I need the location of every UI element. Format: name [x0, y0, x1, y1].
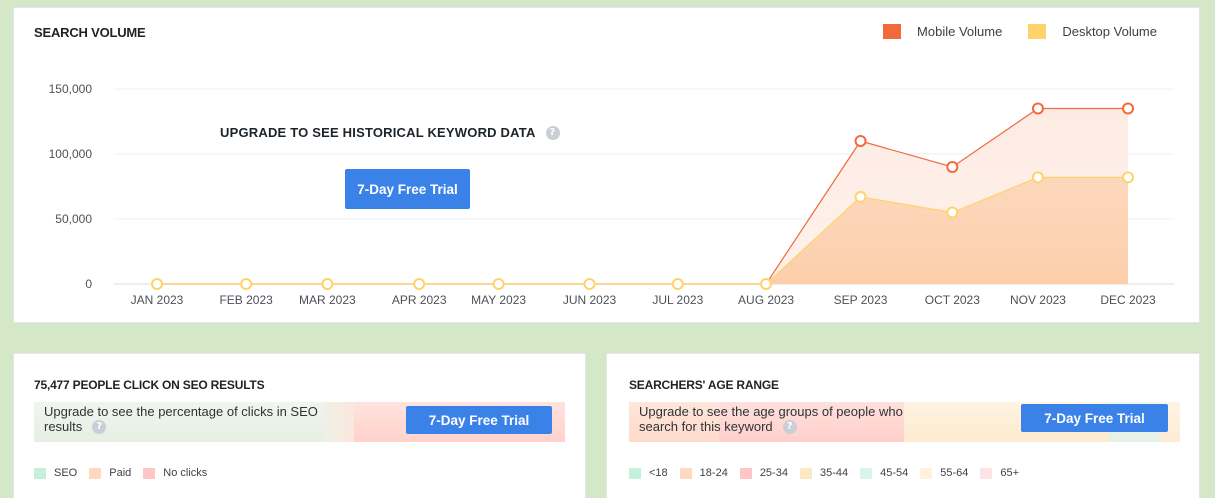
x-tick-label: JUN 2023 — [563, 293, 617, 307]
help-icon[interactable]: ? — [92, 419, 107, 434]
legend-item-age-6: 65+ — [980, 467, 1019, 479]
legend-swatch-noclicks — [143, 467, 156, 479]
age-range-message: Upgrade to see the age groups of people … — [639, 404, 903, 434]
x-tick-label: SEP 2023 — [834, 293, 888, 307]
upgrade-message: UPGRADE TO SEE HISTORICAL KEYWORD DATA ? — [220, 125, 560, 140]
legend-swatch-age-0 — [629, 467, 641, 479]
point-desktop — [240, 278, 253, 290]
legend-swatch-seo — [34, 467, 46, 479]
point-mobile — [1031, 102, 1044, 115]
age-range-message-line2: search for this keyword — [639, 419, 773, 434]
upgrade-message-text: UPGRADE TO SEE HISTORICAL KEYWORD DATA — [220, 125, 536, 140]
x-tick-label: APR 2023 — [392, 293, 447, 307]
age-range-message-line1: Upgrade to see the age groups of people … — [639, 404, 903, 419]
help-icon[interactable]: ? — [545, 125, 560, 140]
age-range-card: SEARCHERS' AGE RANGE Upgrade to see the … — [606, 353, 1200, 498]
x-tick-label: AUG 2023 — [738, 293, 794, 307]
point-desktop — [1122, 171, 1134, 184]
legend-item-age-3: 35-44 — [799, 467, 849, 479]
x-tick-label: OCT 2023 — [925, 293, 980, 307]
legend-label-age-4: 45-54 — [880, 467, 909, 479]
point-desktop — [946, 206, 959, 219]
y-tick-label: 150,000 — [49, 82, 93, 96]
legend-label-age-1: 18-24 — [699, 467, 728, 479]
point-mobile — [946, 161, 959, 173]
seo-clicks-title: 75,477 PEOPLE CLICK ON SEO RESULTS — [34, 378, 265, 392]
search-volume-chart: 150,000 100,000 50,000 0 JAN 2023 FEB 2023 MAR… — [49, 82, 1174, 307]
x-tick-label: DEC 2023 — [1100, 293, 1156, 307]
seo-clicks-card: 75,477 PEOPLE CLICK ON SEO RESULTS Upgra… — [13, 353, 586, 498]
x-tick-label: FEB 2023 — [219, 293, 273, 307]
age-range-legend: <18 18-24 25-34 35-44 45-54 55-64 65+ — [629, 467, 1031, 479]
legend-item-age-1: 18-24 — [679, 467, 728, 479]
seo-clicks-message-line2-row: results ? — [44, 419, 318, 434]
seo-free-trial-button[interactable]: 7-Day Free Trial — [406, 406, 552, 434]
point-mobile — [1122, 102, 1134, 115]
age-free-trial-button[interactable]: 7-Day Free Trial — [1021, 404, 1168, 432]
legend-item-paid: Paid — [89, 467, 131, 479]
x-tick-label: NOV 2023 — [1010, 293, 1066, 307]
legend-item-age-2: 25-34 — [739, 467, 788, 479]
x-tick-label: JUL 2023 — [652, 293, 703, 307]
legend-swatch-age-4 — [860, 467, 873, 479]
point-desktop — [760, 278, 773, 290]
y-tick-label: 0 — [85, 277, 92, 291]
legend-swatch-paid — [89, 467, 102, 479]
legend-label-age-2: 25-34 — [759, 467, 788, 479]
legend-item-age-4: 45-54 — [860, 467, 908, 479]
seo-clicks-message-line2: results — [44, 419, 83, 434]
legend-swatch-age-3 — [799, 467, 812, 479]
seo-clicks-message-line1: Upgrade to see the percentage of clicks … — [44, 404, 318, 419]
x-tick-label: MAY 2023 — [471, 293, 526, 307]
y-tick-label: 50,000 — [55, 212, 92, 226]
x-tick-label: JAN 2023 — [131, 293, 184, 307]
point-desktop — [583, 278, 596, 290]
help-icon[interactable]: ? — [782, 419, 797, 434]
age-range-message-line2-row: search for this keyword ? — [639, 419, 903, 434]
free-trial-button[interactable]: 7-Day Free Trial — [345, 169, 470, 209]
point-desktop — [671, 278, 684, 290]
legend-swatch-age-1 — [679, 467, 692, 479]
search-volume-card: SEARCH VOLUME Mobile Volume Desktop Volu… — [13, 7, 1200, 323]
legend-label-age-5: 55-64 — [940, 467, 969, 479]
legend-swatch-age-2 — [739, 467, 752, 479]
legend-item-age-0: <18 — [629, 467, 668, 479]
point-desktop — [1031, 171, 1044, 184]
legend-swatch-age-5 — [920, 467, 933, 479]
point-desktop — [492, 278, 505, 290]
seo-clicks-legend: SEO Paid No clicks — [34, 467, 219, 479]
legend-item-age-5: 55-64 — [920, 467, 968, 479]
legend-label-noclicks: No clicks — [163, 467, 208, 479]
x-tick-label: MAR 2023 — [299, 293, 356, 307]
legend-label-seo: SEO — [54, 467, 78, 479]
legend-label-age-6: 65+ — [1000, 467, 1020, 479]
age-range-title: SEARCHERS' AGE RANGE — [629, 378, 779, 392]
legend-item-seo: SEO — [34, 467, 77, 479]
point-desktop — [151, 278, 163, 290]
y-tick-label: 100,000 — [49, 147, 93, 161]
point-mobile — [854, 135, 867, 147]
legend-item-noclicks: No clicks — [143, 467, 207, 479]
point-desktop — [321, 278, 334, 290]
legend-swatch-age-6 — [980, 467, 993, 479]
point-desktop — [413, 278, 426, 290]
point-desktop — [854, 190, 867, 203]
seo-clicks-message: Upgrade to see the percentage of clicks … — [44, 404, 318, 434]
legend-label-age-3: 35-44 — [819, 467, 849, 479]
legend-label-age-0: <18 — [649, 467, 668, 479]
legend-label-paid: Paid — [109, 467, 132, 479]
